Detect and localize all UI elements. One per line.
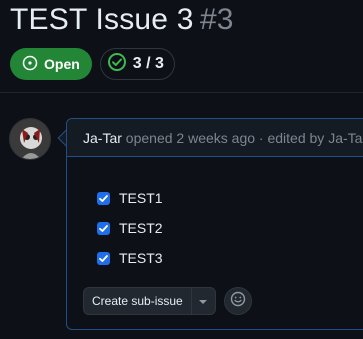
comment-header: Ja-Tar opened 2 weeks ago · edited by Ja… <box>67 119 363 157</box>
task-label: TEST2 <box>119 220 163 236</box>
avatar[interactable] <box>9 118 51 160</box>
issue-badges: Open 3 / 3 <box>10 48 175 80</box>
smiley-icon <box>230 291 246 312</box>
create-sub-issue-button[interactable]: Create sub-issue <box>84 288 192 314</box>
comment-actions: Create sub-issue <box>83 287 252 315</box>
issue-page: TEST Issue 3 #3 Open 3 / 3 Ja-Tar opened… <box>0 0 363 339</box>
issue-title: TEST Issue 3 <box>10 3 194 36</box>
comment-time[interactable]: 2 weeks ago <box>176 130 255 146</box>
issue-comment: Ja-Tar opened 2 weeks ago · edited by Ja… <box>66 118 363 330</box>
task-checkbox[interactable] <box>97 251 110 265</box>
comment-editor[interactable]: Ja-Tar <box>328 130 363 146</box>
sub-issue-progress-badge[interactable]: 3 / 3 <box>99 48 175 80</box>
task-label: TEST1 <box>119 190 163 206</box>
check-circle-icon <box>107 52 127 77</box>
issue-number: #3 <box>200 3 234 36</box>
task-item: TEST2 <box>97 213 163 243</box>
edited-label[interactable]: edited by <box>267 130 324 146</box>
issue-state-label: Open <box>44 56 80 72</box>
create-sub-issue-group: Create sub-issue <box>83 287 216 315</box>
issue-title-row: TEST Issue 3 #3 <box>10 3 233 37</box>
comment-author[interactable]: Ja-Tar <box>83 130 122 146</box>
task-item: TEST3 <box>97 243 163 273</box>
comment-action: opened <box>125 129 173 146</box>
triangle-down-icon <box>198 292 208 310</box>
header-divider <box>0 92 363 93</box>
task-checkbox[interactable] <box>97 221 110 235</box>
task-item: TEST1 <box>97 183 163 213</box>
task-label: TEST3 <box>119 250 163 266</box>
issue-opened-icon <box>22 55 38 74</box>
issue-state-badge: Open <box>10 48 92 80</box>
task-list: TEST1 TEST2 TEST3 <box>97 183 163 273</box>
task-checkbox[interactable] <box>97 191 110 205</box>
create-sub-issue-menu-button[interactable] <box>192 288 215 314</box>
add-reaction-button[interactable] <box>223 287 252 315</box>
sub-issue-progress-text: 3 / 3 <box>132 55 164 72</box>
